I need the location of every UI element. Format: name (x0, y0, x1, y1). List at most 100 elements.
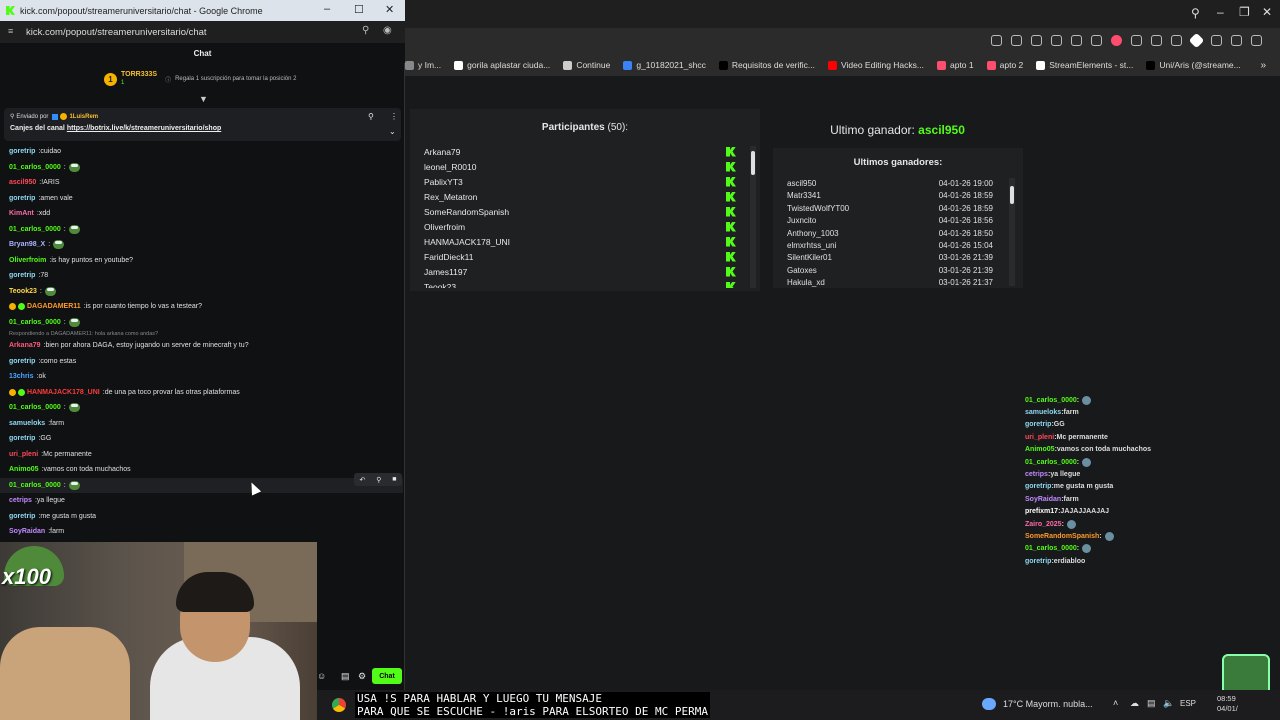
minimize-button[interactable]: – (1217, 5, 1224, 19)
chat-username[interactable]: 01_carlos_0000 (9, 226, 61, 233)
top-gifter[interactable]: 1 TORR333S 1 ⓘ Regala 1 suscripción para… (104, 70, 296, 88)
chat-username[interactable]: samueloks (9, 420, 45, 427)
chat-username[interactable]: 01_carlos_0000 (9, 482, 61, 489)
chat-username[interactable]: uri_pleni (9, 451, 38, 458)
translate-icon[interactable] (1071, 35, 1082, 46)
weather-text[interactable]: 17°C Mayorm. nubla... (1003, 699, 1093, 709)
language-indicator[interactable]: ESP (1180, 699, 1196, 708)
popout-close-button[interactable]: ✕ (385, 3, 394, 16)
ext-cube-icon[interactable] (1211, 35, 1222, 46)
pin-message-icon[interactable]: ⚲ (376, 476, 381, 484)
chat-username[interactable]: cetrips (9, 497, 32, 504)
chat-message[interactable]: HANMAJACK178_UNI: de una pa toco provar … (0, 385, 403, 401)
participants-list[interactable]: Arkana79 leonel_R0010 PablixYT3 Rex_Metatro… (410, 144, 748, 288)
popout-address-bar[interactable]: ≡ kick.com/popout/streameruniversitario/… (0, 21, 405, 43)
chat-username[interactable]: Oliverfroim (9, 257, 46, 264)
chat-message[interactable]: goretrip: amen vale (0, 191, 403, 207)
chat-message[interactable]: 13chris: ok (0, 369, 403, 385)
chat-message[interactable]: Arkana79: bien por ahora DAGA, estoy jug… (0, 338, 403, 354)
popout-url-text[interactable]: kick.com/popout/streameruniversitario/ch… (26, 27, 207, 38)
chat-username[interactable]: DAGADAMER11 (27, 303, 81, 310)
profile-icon[interactable] (1171, 35, 1182, 46)
chat-message[interactable]: KimAnt: xdd (0, 206, 403, 222)
search-tabs-icon[interactable]: ⚲ (1191, 6, 1200, 20)
participants-scroll-thumb[interactable] (751, 151, 755, 175)
heart-icon[interactable] (1111, 35, 1122, 46)
chat-username[interactable]: goretrip (9, 358, 35, 365)
chat-message[interactable]: 01_carlos_0000: (0, 160, 403, 176)
ext-diamond-icon[interactable] (1188, 32, 1205, 49)
chat-message[interactable]: Bryan98_X: (0, 237, 403, 253)
bookmark-item[interactable]: g_10182021_shcc (623, 60, 706, 70)
bookmark-item[interactable]: gorila aplastar ciuda... (454, 60, 550, 70)
ext-shield-icon[interactable] (1231, 35, 1242, 46)
bookmark-item[interactable]: apto 1 (936, 60, 974, 70)
chat-username[interactable]: goretrip (9, 435, 35, 442)
chat-message[interactable]: Animo05: vamos con toda muchachos (0, 462, 403, 478)
delete-icon[interactable]: ■ (392, 476, 396, 483)
bookmark-item[interactable]: Uni/Aris (@streame... (1146, 60, 1241, 70)
chat-message[interactable]: Teook23: (0, 284, 403, 300)
chat-message[interactable]: DAGADAMER11: is por cuanto tiempo lo vas… (0, 299, 403, 315)
expand-icon[interactable]: ⌄ (389, 127, 396, 136)
eye-off-icon[interactable]: ◉ (383, 25, 392, 36)
edit-icon[interactable] (1011, 35, 1022, 46)
tray-cloud-icon[interactable]: ☁ (1130, 698, 1139, 709)
chat-send-button[interactable]: Chat (372, 668, 402, 684)
chat-username[interactable]: KimAnt (9, 210, 34, 217)
chat-username[interactable]: Animo05 (9, 466, 39, 473)
winners-scroll-thumb[interactable] (1010, 186, 1014, 204)
chat-username[interactable]: 13chris (9, 373, 34, 380)
chat-message[interactable]: goretrip: como estas (0, 354, 403, 370)
extension-icon[interactable] (1051, 35, 1062, 46)
chat-username[interactable]: Arkana79 (9, 342, 41, 349)
tray-arrow-icon[interactable]: ˄ (1113, 698, 1118, 708)
chat-username[interactable]: HANMAJACK178_UNI (27, 389, 100, 396)
chat-username[interactable]: 01_carlos_0000 (9, 164, 61, 171)
last-winners-list[interactable]: ascil950 04-01-26 19:00 Matr3341 04-01-26 1… (773, 179, 1013, 287)
clock[interactable]: 08:59 04/01/ (1217, 694, 1238, 714)
bookmark-item[interactable]: Requisitos de verific... (718, 60, 815, 70)
chat-message[interactable]: goretrip: cuidao (0, 144, 403, 160)
bookmark-item[interactable]: Continue (563, 60, 610, 70)
camera-icon[interactable] (1031, 35, 1042, 46)
restore-button[interactable]: ❐ (1239, 5, 1250, 19)
chat-username[interactable]: 01_carlos_0000 (9, 404, 61, 411)
chat-message[interactable]: 01_carlos_0000: (0, 222, 403, 238)
popout-maximize-button[interactable]: ☐ (354, 3, 364, 16)
bookmark-item[interactable]: StreamElements - st... (1036, 60, 1133, 70)
popout-minimize-button[interactable]: – (324, 3, 330, 15)
chat-message[interactable]: goretrip: 78 (0, 268, 403, 284)
close-button[interactable]: ✕ (1262, 5, 1272, 19)
winners-scrollbar[interactable] (1009, 178, 1015, 286)
emote-icon[interactable]: ☺ (317, 671, 326, 681)
gift-icon[interactable]: ▤ (341, 671, 350, 682)
chat-message[interactable]: 01_carlos_0000: (0, 315, 403, 331)
chat-message[interactable]: 01_carlos_0000: (0, 477, 403, 493)
bookmark-item[interactable]: Video Editing Hacks... (827, 60, 924, 70)
chat-message[interactable]: Oliverfroim: is hay puntos en youtube? (0, 253, 403, 269)
chat-message[interactable]: samueloks: farm (0, 416, 403, 432)
site-info-icon[interactable]: ≡ (8, 26, 13, 36)
chat-message[interactable]: SoyRaidan: farm (0, 524, 403, 540)
reading-list-icon[interactable] (1131, 35, 1142, 46)
settings-icon[interactable]: ⚙ (358, 671, 366, 682)
bookmark-item[interactable]: apto 2 (986, 60, 1023, 70)
pinned-message[interactable]: ⚲ Enviado por 1LuisRem Canjes del canal … (4, 108, 401, 141)
pinned-link[interactable]: https://botrix.live/k/streameruniversita… (67, 125, 221, 132)
unpin-icon[interactable]: ⚲ (368, 112, 374, 121)
chat-username[interactable]: Teook23 (9, 288, 37, 295)
chat-username[interactable]: SoyRaidan (9, 528, 45, 535)
chat-message-list[interactable]: goretrip: cuidao 01_carlos_0000: ascil950… (0, 144, 403, 542)
chat-message[interactable]: 01_carlos_0000: (0, 400, 403, 416)
chat-message[interactable]: cetrips: ya llegue (0, 493, 403, 509)
network-icon[interactable]: ▤ (1147, 698, 1156, 709)
volume-icon[interactable]: 🔈 (1163, 698, 1174, 709)
chat-username[interactable]: Bryan98_X (9, 241, 45, 248)
chat-username[interactable]: goretrip (9, 272, 35, 279)
chat-username[interactable]: 01_carlos_0000 (9, 319, 61, 326)
play-icon[interactable] (1091, 35, 1102, 46)
chat-message[interactable]: goretrip: GG (0, 431, 403, 447)
more-bookmarks-icon[interactable]: » (1260, 60, 1266, 71)
bookmark-item[interactable]: y Im... (405, 60, 441, 70)
